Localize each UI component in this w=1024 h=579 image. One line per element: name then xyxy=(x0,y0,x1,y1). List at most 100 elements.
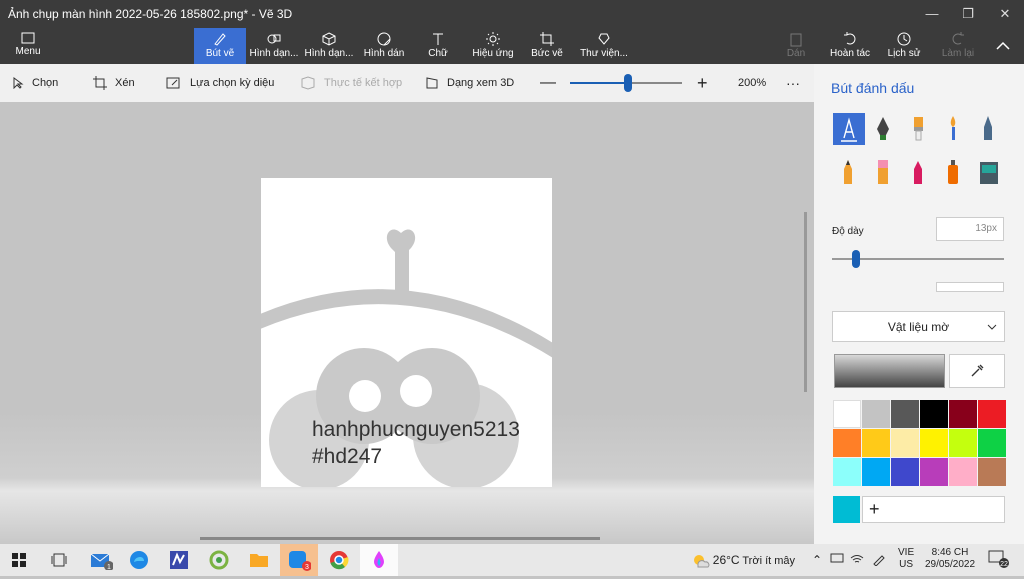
wifi-icon xyxy=(850,555,864,563)
view-3d-button[interactable]: Dạng xem 3D xyxy=(425,64,514,102)
brush-calligraphy-pen[interactable] xyxy=(868,113,900,145)
canvas-area[interactable]: hanhphucnguyen5213 #hd247 xyxy=(0,102,814,544)
tab-effects[interactable]: Hiệu ứng xyxy=(467,28,519,64)
palette-swatch[interactable] xyxy=(833,429,861,457)
close-button[interactable]: ✕ xyxy=(990,4,1020,24)
tab-stickers[interactable]: Hình dán xyxy=(358,28,410,64)
task-view-icon xyxy=(51,553,67,567)
window-title: Ảnh chụp màn hình 2022-05-26 185802.png*… xyxy=(8,7,293,21)
brush-crayon[interactable] xyxy=(903,157,935,189)
palette-swatch[interactable] xyxy=(949,429,977,457)
zoom-slider-thumb[interactable] xyxy=(624,74,633,92)
zoom-slider[interactable] xyxy=(570,74,682,92)
zoom-slider-fill xyxy=(570,82,629,84)
collapse-ribbon-button[interactable] xyxy=(982,28,1024,64)
palette-swatch[interactable] xyxy=(978,429,1006,457)
weather-temp: 26°C xyxy=(712,553,740,567)
language-indicator[interactable]: VIE US xyxy=(898,544,914,576)
thickness-slider-thumb[interactable] xyxy=(852,250,861,268)
brush-spray-can[interactable] xyxy=(938,157,970,189)
brush-pencil[interactable] xyxy=(833,157,865,189)
brush-watercolor[interactable] xyxy=(938,113,970,145)
canvas-paper[interactable]: hanhphucnguyen5213 #hd247 xyxy=(261,178,552,487)
tray-display-icon[interactable] xyxy=(830,544,844,576)
brush-oil[interactable] xyxy=(903,113,935,145)
history-button[interactable]: Lịch sử xyxy=(878,28,930,64)
edge-browser-button[interactable] xyxy=(120,544,158,576)
tab-3d-shapes[interactable]: Hình dạn... xyxy=(303,28,355,64)
paint3d-button[interactable] xyxy=(360,544,398,576)
tray-wifi-icon[interactable] xyxy=(850,544,864,576)
palette-swatch[interactable] xyxy=(920,429,948,457)
material-dropdown[interactable]: Vật liệu mờ xyxy=(832,311,1005,342)
thickness-input[interactable]: 13px xyxy=(936,217,1004,241)
spray-can-icon xyxy=(948,160,958,184)
tab-canvas[interactable]: Bức vẽ xyxy=(521,28,573,64)
palette-swatch[interactable] xyxy=(862,429,890,457)
select-button[interactable]: Chọn xyxy=(12,64,58,102)
tray-pen-icon[interactable] xyxy=(872,544,886,576)
mixed-reality-button[interactable]: Thực tế kết hợp xyxy=(300,64,402,102)
crop-button[interactable]: Xén xyxy=(93,64,135,102)
tab-label: Hiệu ứng xyxy=(472,48,514,59)
horizontal-scrollbar[interactable] xyxy=(200,537,600,540)
paste-button[interactable]: Dán xyxy=(770,28,822,64)
task-view-button[interactable] xyxy=(40,544,78,576)
opacity-input-clipped[interactable] xyxy=(936,282,1004,292)
notification-center-button[interactable]: 22 xyxy=(988,544,1010,576)
current-color-swatch[interactable] xyxy=(833,496,860,523)
magic-select-button[interactable]: Lựa chọn kỳ diệu xyxy=(166,64,274,102)
select-label: Chọn xyxy=(32,77,59,89)
add-color-button[interactable]: + xyxy=(862,496,1005,523)
tab-text[interactable]: Chữ xyxy=(412,28,464,64)
eyedropper-button[interactable] xyxy=(949,354,1005,388)
palette-swatch[interactable] xyxy=(833,458,861,486)
palette-swatch[interactable] xyxy=(862,458,890,486)
tab-2d-shapes[interactable]: Hình dạn... xyxy=(248,28,300,64)
brush-marker[interactable] xyxy=(833,113,865,145)
view-3d-icon xyxy=(426,77,438,89)
palette-swatch[interactable] xyxy=(978,458,1006,486)
file-explorer-button[interactable] xyxy=(240,544,278,576)
palette-swatch[interactable] xyxy=(891,458,919,486)
weather-widget[interactable]: 26°C Trời ít mây xyxy=(692,544,795,576)
palette-swatch[interactable] xyxy=(949,458,977,486)
palette-swatch[interactable] xyxy=(862,400,890,428)
green-app-icon xyxy=(209,550,229,570)
mail-app-button[interactable]: 1 xyxy=(82,544,120,576)
tab-3d-library[interactable]: Thư viện... xyxy=(576,28,632,64)
add-color-label: + xyxy=(869,499,880,519)
color-preview[interactable] xyxy=(834,354,945,388)
chrome-button[interactable] xyxy=(320,544,358,576)
brush-icon xyxy=(214,33,226,46)
brush-pixel-pen[interactable] xyxy=(973,113,1005,145)
pencil-icon xyxy=(844,160,852,184)
more-options-button[interactable]: ··· xyxy=(786,64,800,102)
undo-button[interactable]: Hoàn tác xyxy=(824,28,876,64)
redo-button[interactable]: Làm lại xyxy=(932,28,984,64)
vertical-scrollbar[interactable] xyxy=(804,212,807,392)
maximize-button[interactable]: ❐ xyxy=(953,4,983,24)
zalo-app-button[interactable]: 3 xyxy=(280,544,318,576)
zoom-in-button[interactable]: + xyxy=(697,64,708,102)
start-button[interactable] xyxy=(0,544,38,576)
app-button-m[interactable] xyxy=(160,544,198,576)
brush-fill[interactable] xyxy=(973,157,1005,189)
brush-eraser[interactable] xyxy=(868,157,900,189)
zoom-out-button[interactable]: — xyxy=(540,64,556,102)
zoom-level[interactable]: 200% xyxy=(738,64,766,102)
clock[interactable]: 8:46 CH 29/05/2022 xyxy=(922,544,978,576)
minimize-button[interactable]: — xyxy=(917,4,947,24)
palette-swatch[interactable] xyxy=(978,400,1006,428)
tray-chevron-up-icon[interactable]: ⌃ xyxy=(812,544,822,576)
palette-swatch[interactable] xyxy=(949,400,977,428)
palette-swatch[interactable] xyxy=(891,400,919,428)
palette-swatch[interactable] xyxy=(920,458,948,486)
menu-button[interactable]: Menu xyxy=(2,28,54,64)
thickness-slider[interactable] xyxy=(832,250,1004,268)
palette-swatch[interactable] xyxy=(833,400,861,428)
app-button-green[interactable] xyxy=(200,544,238,576)
tab-brushes[interactable]: Bút vẽ xyxy=(194,28,246,64)
palette-swatch[interactable] xyxy=(891,429,919,457)
palette-swatch[interactable] xyxy=(920,400,948,428)
